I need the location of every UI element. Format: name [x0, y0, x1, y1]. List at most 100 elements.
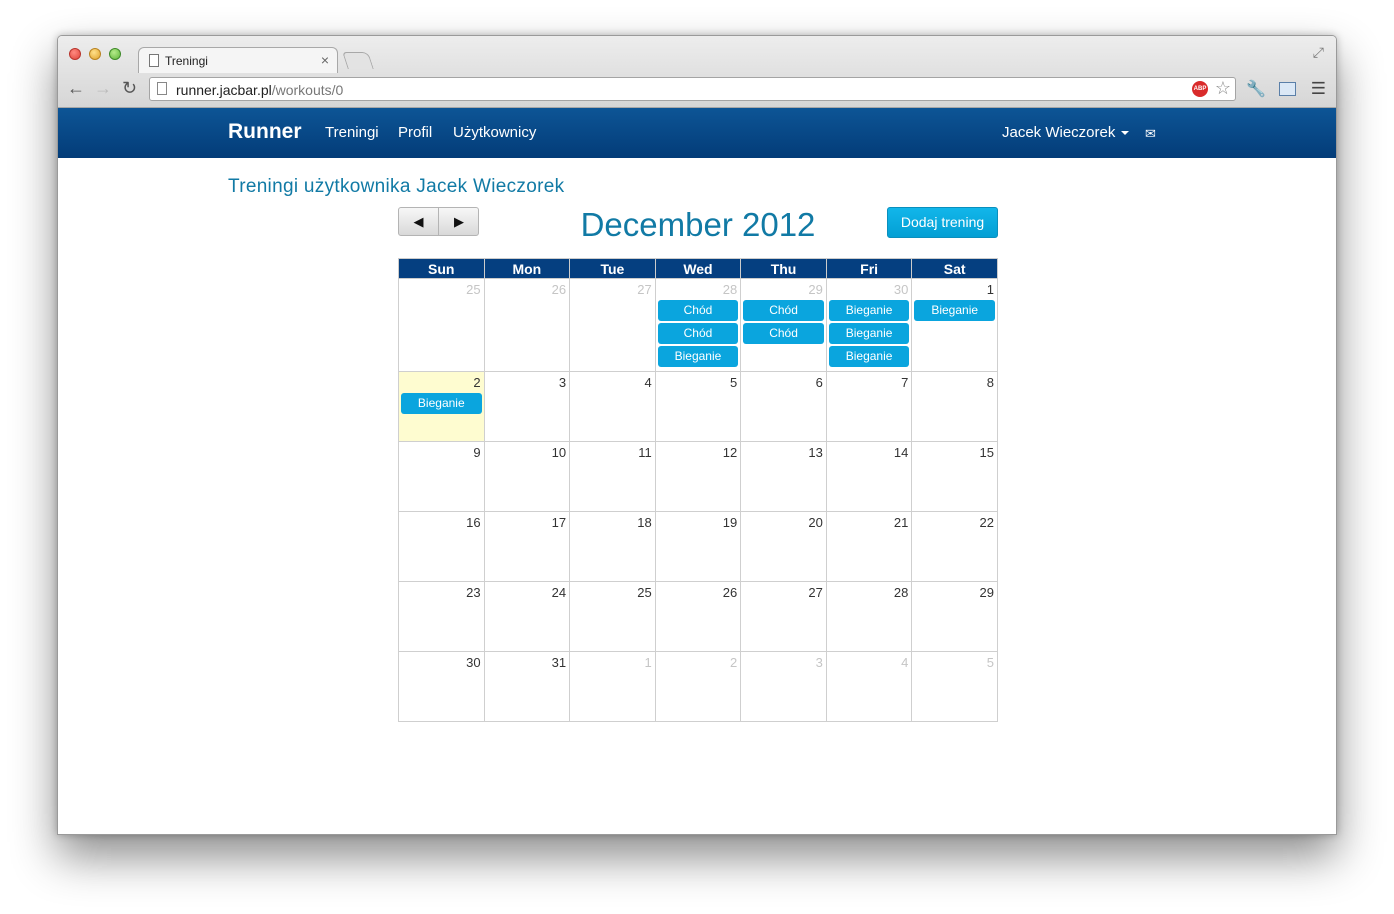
- day-number: 18: [637, 515, 652, 530]
- day-number: 27: [808, 585, 823, 600]
- day-number: 8: [986, 375, 994, 390]
- workout-event[interactable]: Bieganie: [828, 323, 910, 344]
- calendar-day-cell[interactable]: 11: [569, 441, 656, 512]
- calendar-day-cell[interactable]: 2: [654, 651, 742, 722]
- calendar-day-cell[interactable]: 30: [398, 651, 485, 722]
- fullscreen-icon[interactable]: ⤢: [1313, 44, 1324, 61]
- url-text[interactable]: runner.jacbar.pl/workouts/0: [176, 82, 343, 98]
- calendar-day-cell[interactable]: 21: [825, 511, 913, 582]
- workout-event[interactable]: Chód: [743, 323, 824, 344]
- calendar-grid: Sun Mon Tue Wed Thu Fri Sat 25 26 27 28 Chód…: [398, 258, 998, 722]
- close-window-button[interactable]: [69, 48, 81, 60]
- bookmark-star-icon[interactable]: ☆: [1215, 78, 1231, 99]
- calendar-day-cell[interactable]: 5: [654, 371, 742, 442]
- calendar-day-cell[interactable]: 19: [654, 511, 742, 582]
- calendar-day-cell[interactable]: 25: [569, 581, 656, 652]
- tab-close-icon[interactable]: ×: [321, 52, 329, 68]
- day-number: 24: [551, 585, 567, 600]
- calendar-day-cell[interactable]: 29 Chód Chód: [740, 278, 827, 372]
- calendar-day-cell[interactable]: 9: [398, 441, 485, 512]
- forward-arrow-icon[interactable]: →: [94, 79, 112, 97]
- calendar-day-cell[interactable]: 31: [483, 651, 571, 722]
- workout-event[interactable]: Bieganie: [914, 300, 995, 321]
- add-workout-button[interactable]: Dodaj trening: [887, 207, 998, 238]
- weekday-header: Mon: [483, 258, 571, 279]
- browser-toolbar: Treningi × ⤢ ← → ↻ runner.jacbar.pl/work…: [58, 36, 1336, 108]
- reload-icon[interactable]: ↻: [122, 79, 137, 97]
- day-number: 20: [808, 515, 823, 530]
- calendar-day-cell[interactable]: 4: [569, 371, 656, 442]
- calendar-day-cell[interactable]: 10: [483, 441, 571, 512]
- workout-event[interactable]: Chód: [657, 300, 739, 321]
- day-number: 5: [730, 375, 738, 390]
- extension-icon[interactable]: [1279, 82, 1296, 96]
- calendar-day-cell[interactable]: 30 Bieganie Bieganie Bieganie: [825, 278, 913, 372]
- calendar-day-cell[interactable]: 23: [398, 581, 485, 652]
- url-path: /workouts/0: [271, 82, 344, 98]
- zoom-window-button[interactable]: [109, 48, 121, 60]
- day-number: 28: [893, 585, 909, 600]
- workout-event[interactable]: Bieganie: [401, 393, 482, 414]
- calendar-day-cell[interactable]: 8: [911, 371, 998, 442]
- workout-event[interactable]: Chód: [743, 300, 824, 321]
- calendar-day-cell[interactable]: 15: [911, 441, 998, 512]
- calendar-day-cell[interactable]: 1: [569, 651, 656, 722]
- calendar-day-cell[interactable]: 25: [398, 278, 485, 372]
- weekday-header: Fri: [825, 258, 913, 279]
- calendar-day-cell[interactable]: 14: [825, 441, 913, 512]
- calendar-day-cell[interactable]: 27: [569, 278, 656, 372]
- workout-event[interactable]: Bieganie: [657, 346, 739, 367]
- calendar-day-cell[interactable]: 5: [911, 651, 998, 722]
- day-number: 23: [466, 585, 481, 600]
- calendar-day-cell[interactable]: 20: [740, 511, 827, 582]
- calendar-day-cell[interactable]: 2 Bieganie: [398, 371, 485, 442]
- calendar-day-cell[interactable]: 6: [740, 371, 827, 442]
- calendar-day-cell[interactable]: 18: [569, 511, 656, 582]
- workout-event[interactable]: Bieganie: [828, 300, 910, 321]
- menu-icon[interactable]: ☰: [1311, 79, 1326, 99]
- new-tab-button[interactable]: [342, 52, 374, 69]
- calendar-day-cell[interactable]: 17: [483, 511, 571, 582]
- calendar-day-cell[interactable]: 27: [740, 581, 827, 652]
- browser-tab[interactable]: Treningi ×: [138, 47, 338, 73]
- user-dropdown[interactable]: Jacek Wieczorek: [1002, 124, 1130, 141]
- calendar-day-cell[interactable]: 1 Bieganie: [911, 278, 998, 372]
- nav-link-treningi[interactable]: Treningi: [325, 124, 379, 141]
- back-arrow-icon[interactable]: ←: [67, 79, 85, 97]
- calendar-day-cell[interactable]: 16: [398, 511, 485, 582]
- calendar-day-cell[interactable]: 7: [825, 371, 913, 442]
- page-icon: [157, 82, 167, 95]
- prev-month-button[interactable]: ◀: [399, 208, 439, 235]
- workout-event[interactable]: Chód: [657, 323, 739, 344]
- day-number: 26: [551, 282, 567, 297]
- day-number: 11: [638, 445, 652, 460]
- brand-link[interactable]: Runner: [228, 120, 302, 144]
- calendar-day-cell[interactable]: 3: [740, 651, 827, 722]
- calendar-day-cell[interactable]: 24: [483, 581, 571, 652]
- calendar-day-cell[interactable]: 28: [825, 581, 913, 652]
- wrench-icon[interactable]: 🔧: [1246, 79, 1266, 99]
- calendar-day-cell[interactable]: 13: [740, 441, 827, 512]
- calendar-day-cell[interactable]: 26: [483, 278, 571, 372]
- nav-link-users[interactable]: Użytkownicy: [453, 124, 536, 141]
- address-bar[interactable]: runner.jacbar.pl/workouts/0 ABP ☆: [149, 77, 1236, 101]
- calendar-day-cell[interactable]: 3: [483, 371, 571, 442]
- page-viewport: Runner Treningi Profil Użytkownicy Jacek…: [58, 108, 1336, 834]
- adblock-icon[interactable]: ABP: [1192, 81, 1208, 97]
- calendar-day-cell[interactable]: 26: [654, 581, 742, 652]
- day-number: 4: [644, 375, 652, 390]
- workout-event[interactable]: Bieganie: [828, 346, 910, 367]
- calendar-day-cell[interactable]: 4: [825, 651, 913, 722]
- calendar-day-cell[interactable]: 29: [911, 581, 998, 652]
- day-number: 10: [551, 445, 567, 460]
- calendar-day-cell[interactable]: 22: [911, 511, 998, 582]
- day-number: 7: [901, 375, 909, 390]
- calendar-day-cell[interactable]: 28 Chód Chód Bieganie: [654, 278, 742, 372]
- minimize-window-button[interactable]: [89, 48, 101, 60]
- mail-icon[interactable]: ✉: [1145, 126, 1156, 142]
- day-number: 25: [637, 585, 652, 600]
- page-title: Treningi użytkownika Jacek Wieczorek: [228, 176, 565, 197]
- calendar-day-cell[interactable]: 12: [654, 441, 742, 512]
- nav-link-profil[interactable]: Profil: [398, 124, 432, 141]
- day-number: 1: [986, 282, 994, 297]
